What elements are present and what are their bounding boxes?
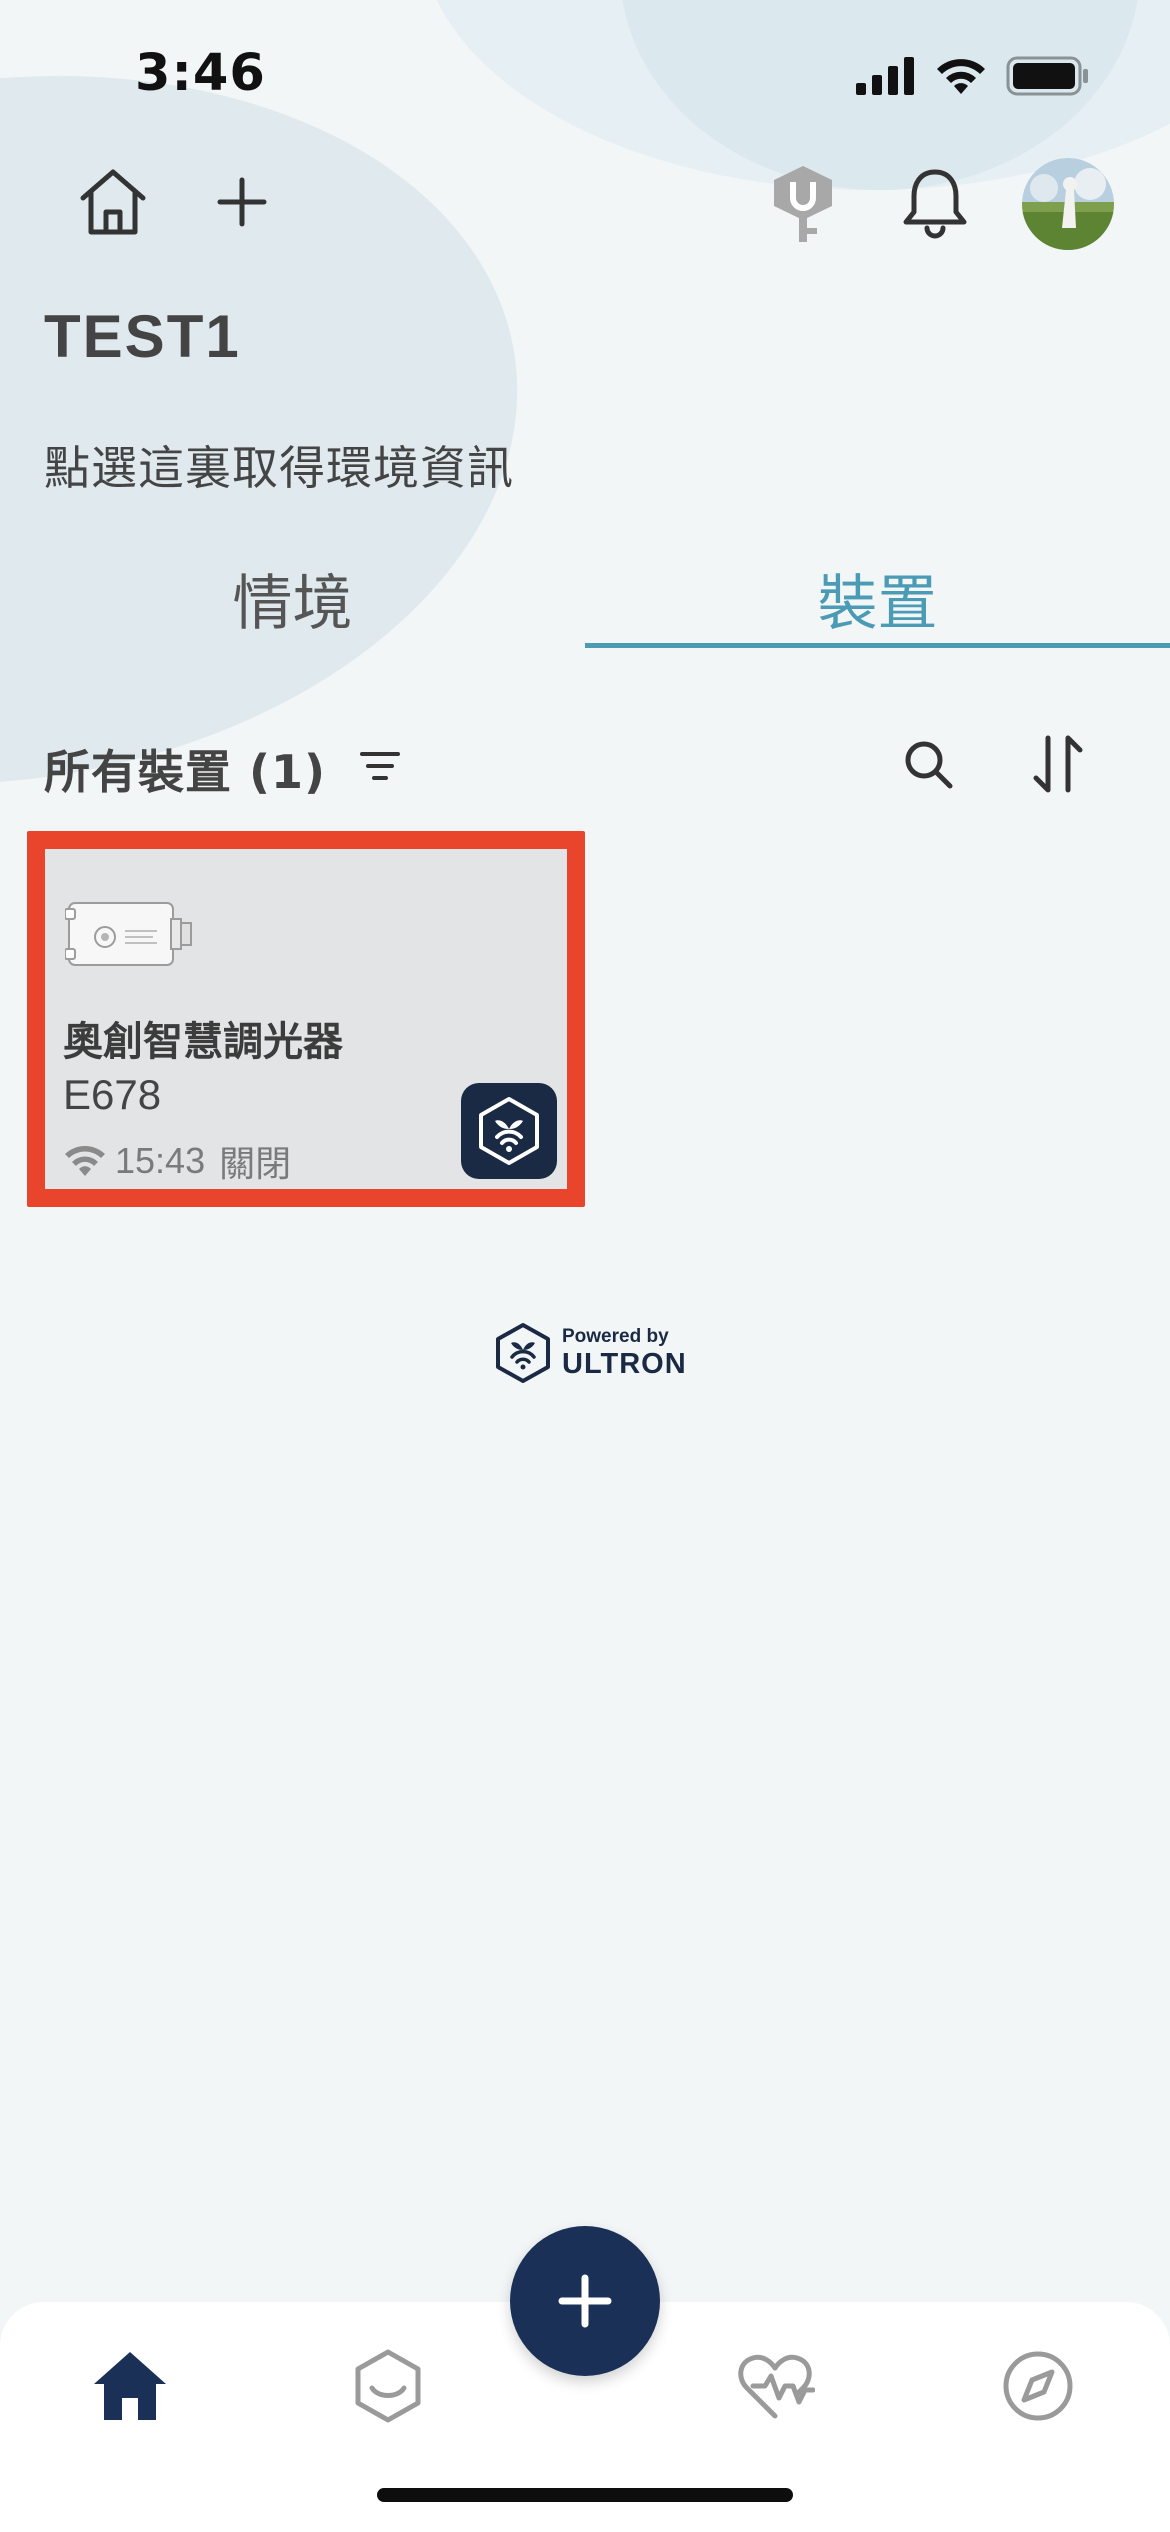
battery-icon [1006,56,1088,96]
wifi-icon [937,59,985,94]
device-list-header: 所有裝置 (1) [44,745,327,799]
tab-devices[interactable]: 裝置 [585,555,1170,645]
cellular-signal-icon [856,57,914,95]
device-status: 15:43 關閉 [63,1135,291,1187]
device-name: 奧創智慧調光器 [63,1019,343,1065]
status-icons [856,56,1090,96]
home-indicator [377,2488,793,2502]
background-decoration [0,0,1170,2532]
dimmer-device-image [65,902,192,966]
plus-icon [558,2274,612,2328]
nav-scene-icon[interactable] [348,2346,428,2426]
home-icon[interactable] [75,164,151,240]
nav-health-icon[interactable] [735,2346,815,2426]
device-id: E678 [63,1071,162,1118]
user-avatar[interactable] [1022,158,1114,250]
ultron-logo-icon [496,1323,550,1383]
sort-icon[interactable] [1030,734,1086,794]
ultron-brand: ULTRON [562,1348,687,1380]
ultron-hub-icon [461,1083,557,1179]
device-last-update: 15:43 [115,1140,206,1181]
bell-icon[interactable] [900,166,970,240]
tab-scenes[interactable]: 情境 [0,555,585,645]
search-icon[interactable] [900,736,956,792]
environment-info-link[interactable]: 點選這裏取得環境資訊 [44,432,514,498]
wifi-icon [65,1146,105,1176]
status-time: 3:46 [135,44,266,103]
active-tab-indicator [585,643,1170,648]
device-card[interactable]: 奧創智慧調光器 E678 15:43 關閉 [27,831,585,1207]
powered-by-ultron: Powered by ULTRON [494,1322,687,1384]
powered-by-label: Powered by [562,1326,669,1347]
add-button[interactable] [510,2226,660,2376]
home-title[interactable]: TEST1 [44,302,241,371]
plus-icon[interactable] [216,176,268,228]
filter-icon[interactable] [358,746,402,786]
nav-explore-icon[interactable] [998,2346,1078,2426]
nav-home-icon[interactable] [90,2346,170,2426]
device-state: 關閉 [219,1144,292,1185]
ultron-key-icon[interactable] [766,164,840,244]
